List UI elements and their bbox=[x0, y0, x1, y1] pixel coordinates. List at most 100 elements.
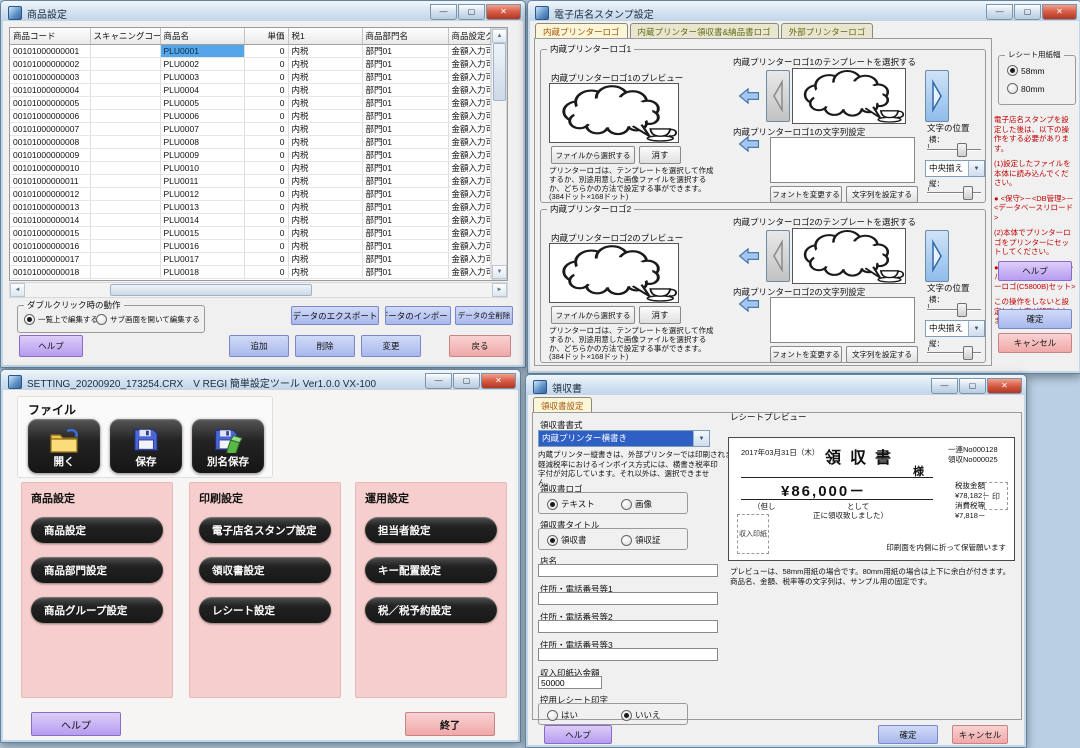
table-row[interactable]: 00101000000012PLU00120内税部門01金額入力可 bbox=[10, 188, 490, 201]
set-text-button[interactable]: 文字列を設定する bbox=[846, 186, 918, 203]
table-cell[interactable]: 00101000000010 bbox=[10, 162, 90, 175]
logo-text-area[interactable] bbox=[770, 297, 915, 343]
table-cell[interactable]: 部門01 bbox=[362, 266, 448, 279]
table-header-row[interactable]: 商品コード スキャニングコード 商品名 単価 税1 商品部門名 商品設定グループ… bbox=[10, 28, 490, 45]
template-next-button[interactable] bbox=[925, 70, 949, 122]
table-cell[interactable]: 内税 bbox=[288, 45, 362, 58]
col-product-name[interactable]: 商品名 bbox=[160, 28, 244, 45]
menu-button[interactable]: 電子店名スタンプ設定 bbox=[199, 517, 331, 543]
menu-button[interactable]: 担当者設定 bbox=[365, 517, 497, 543]
table-cell[interactable]: 00101000000014 bbox=[10, 214, 90, 227]
menu-button[interactable]: レシート設定 bbox=[199, 597, 331, 623]
table-cell[interactable]: 0 bbox=[244, 188, 288, 201]
table-row[interactable]: 00101000000006PLU00060内税部門01金額入力可 bbox=[10, 110, 490, 123]
table-cell[interactable]: PLU0018 bbox=[160, 266, 244, 279]
horizontal-scrollbar[interactable]: ◄ ► bbox=[9, 282, 508, 298]
scroll-right-icon[interactable]: ► bbox=[492, 283, 507, 297]
table-cell[interactable]: 0 bbox=[244, 149, 288, 162]
table-cell[interactable]: 内税 bbox=[288, 58, 362, 71]
change-button[interactable]: 変更 bbox=[361, 335, 421, 357]
table-cell[interactable]: 00101000000017 bbox=[10, 253, 90, 266]
table-cell[interactable] bbox=[90, 175, 160, 188]
table-cell[interactable]: 0 bbox=[244, 71, 288, 84]
logo-text-area[interactable] bbox=[770, 137, 915, 183]
address-phone1-input[interactable] bbox=[538, 592, 718, 605]
table-cell[interactable]: 00101000000018 bbox=[10, 266, 90, 279]
table-row[interactable]: 00101000000008PLU00080内税部門01金額入力可 bbox=[10, 136, 490, 149]
template-prev-button[interactable] bbox=[766, 70, 790, 122]
table-cell[interactable]: PLU0007 bbox=[160, 123, 244, 136]
copy-yes-radio[interactable] bbox=[547, 710, 558, 721]
table-cell[interactable]: PLU0004 bbox=[160, 84, 244, 97]
table-cell[interactable]: PLU0015 bbox=[160, 227, 244, 240]
change-font-button[interactable]: フォントを変更する bbox=[770, 346, 842, 363]
chevron-down-icon[interactable]: ▼ bbox=[968, 321, 984, 336]
table-cell[interactable]: 金額入力可 bbox=[448, 162, 490, 175]
logo-text-radio[interactable] bbox=[547, 499, 558, 510]
table-cell[interactable]: 00101000000004 bbox=[10, 84, 90, 97]
chevron-down-icon[interactable]: ▼ bbox=[693, 431, 709, 446]
select-from-file-button[interactable]: ファイルから選択する bbox=[551, 146, 635, 164]
change-font-button[interactable]: フォントを変更する bbox=[770, 186, 842, 203]
table-cell[interactable]: 00101000000006 bbox=[10, 110, 90, 123]
table-cell[interactable]: 0 bbox=[244, 162, 288, 175]
table-cell[interactable]: 00101000000012 bbox=[10, 188, 90, 201]
table-cell[interactable]: 金額入力可 bbox=[448, 97, 490, 110]
table-cell[interactable]: 金額入力可 bbox=[448, 253, 490, 266]
table-cell[interactable]: 部門01 bbox=[362, 162, 448, 175]
table-cell[interactable]: PLU0016 bbox=[160, 240, 244, 253]
table-cell[interactable]: 0 bbox=[244, 253, 288, 266]
table-cell[interactable] bbox=[90, 84, 160, 97]
table-cell[interactable] bbox=[90, 240, 160, 253]
logo-image-radio[interactable] bbox=[621, 499, 632, 510]
table-cell[interactable]: 00101000000001 bbox=[10, 45, 90, 58]
table-row[interactable]: 00101000000011PLU00110内税部門01金額入力可 bbox=[10, 175, 490, 188]
table-cell[interactable]: 00101000000016 bbox=[10, 240, 90, 253]
table-cell[interactable] bbox=[90, 266, 160, 279]
store-name-input[interactable] bbox=[538, 564, 718, 577]
maximize-button[interactable]: ▢ bbox=[453, 373, 480, 389]
table-cell[interactable]: 内税 bbox=[288, 175, 362, 188]
menu-button[interactable]: 商品設定 bbox=[31, 517, 163, 543]
table-cell[interactable] bbox=[90, 149, 160, 162]
table-row[interactable]: 00101000000009PLU00090内税部門01金額入力可 bbox=[10, 149, 490, 162]
table-cell[interactable] bbox=[90, 253, 160, 266]
help-button[interactable]: ヘルプ bbox=[998, 261, 1072, 281]
table-cell[interactable] bbox=[90, 123, 160, 136]
table-row[interactable]: 00101000000002PLU00020内税部門01金額入力可 bbox=[10, 58, 490, 71]
table-row[interactable]: 00101000000018PLU00180内税部門01金額入力可 bbox=[10, 266, 490, 279]
align-dropdown[interactable]: 中央揃え ▼ bbox=[925, 160, 985, 177]
table-cell[interactable]: PLU0008 bbox=[160, 136, 244, 149]
maximize-button[interactable]: ▢ bbox=[1014, 4, 1041, 20]
table-cell[interactable]: 0 bbox=[244, 45, 288, 58]
table-cell[interactable]: PLU0005 bbox=[160, 97, 244, 110]
edit-in-subwindow-radio[interactable] bbox=[96, 314, 107, 325]
vertical-slider[interactable] bbox=[927, 185, 981, 200]
table-cell[interactable]: PLU0014 bbox=[160, 214, 244, 227]
align-dropdown[interactable]: 中央揃え ▼ bbox=[925, 320, 985, 337]
table-cell[interactable]: 部門01 bbox=[362, 123, 448, 136]
table-cell[interactable]: 内税 bbox=[288, 227, 362, 240]
menu-button[interactable]: 領収書設定 bbox=[199, 557, 331, 583]
table-cell[interactable] bbox=[90, 110, 160, 123]
table-row[interactable]: 00101000000014PLU00140内税部門01金額入力可 bbox=[10, 214, 490, 227]
table-cell[interactable] bbox=[90, 58, 160, 71]
table-cell[interactable]: 0 bbox=[244, 214, 288, 227]
table-cell[interactable]: 0 bbox=[244, 97, 288, 110]
scroll-down-icon[interactable]: ▼ bbox=[492, 265, 507, 279]
table-cell[interactable]: 内税 bbox=[288, 201, 362, 214]
table-cell[interactable]: 部門01 bbox=[362, 227, 448, 240]
scroll-left-icon[interactable]: ◄ bbox=[10, 283, 25, 297]
table-cell[interactable]: 内税 bbox=[288, 162, 362, 175]
table-cell[interactable]: 金額入力可 bbox=[448, 266, 490, 279]
title-bar[interactable]: 電子店名スタンプ設定 — ▢ ✕ bbox=[528, 1, 1080, 23]
table-cell[interactable]: 0 bbox=[244, 123, 288, 136]
table-row[interactable]: 00101000000015PLU00150内税部門01金額入力可 bbox=[10, 227, 490, 240]
table-cell[interactable]: 部門01 bbox=[362, 240, 448, 253]
cancel-button[interactable]: キャンセル bbox=[952, 725, 1008, 744]
col-scan-code[interactable]: スキャニングコード bbox=[90, 28, 160, 45]
table-cell[interactable]: PLU0011 bbox=[160, 175, 244, 188]
col-unit-price[interactable]: 単価 bbox=[244, 28, 288, 45]
chevron-down-icon[interactable]: ▼ bbox=[968, 161, 984, 176]
menu-button[interactable]: 商品グループ設定 bbox=[31, 597, 163, 623]
